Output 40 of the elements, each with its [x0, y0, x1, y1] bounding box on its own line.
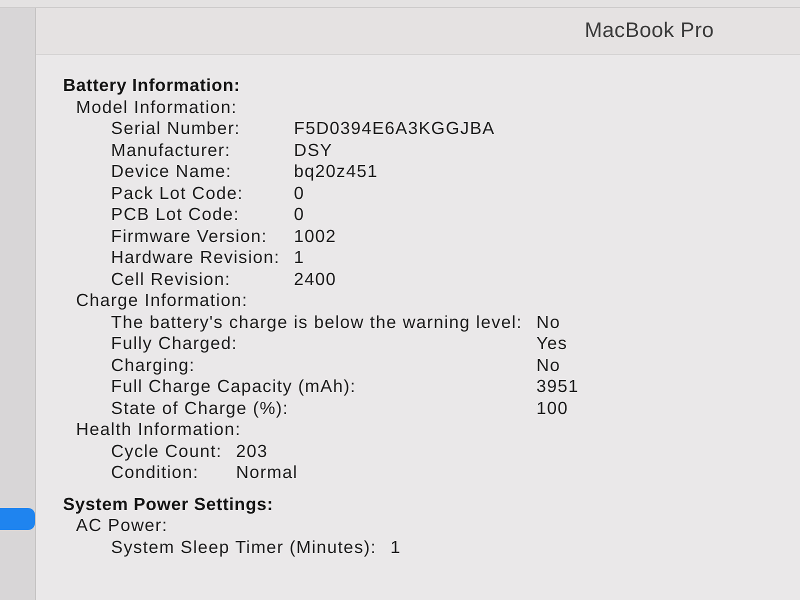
- field-value: No: [536, 312, 562, 333]
- field-value: 0: [294, 204, 306, 226]
- field-label: Cell Revision:: [111, 268, 232, 290]
- field-value: 1002: [294, 226, 338, 247]
- group-title: Model Information:: [76, 96, 238, 118]
- field-label: Serial Number:: [111, 118, 242, 140]
- field-value: 203: [236, 440, 269, 462]
- section-heading: Battery Information:: [63, 75, 242, 96]
- field-label: Charging:: [111, 354, 196, 376]
- field-label: The battery's charge is below the warning level:: [111, 312, 522, 333]
- field-label: Pack Lot Code:: [111, 182, 244, 204]
- field-value: 2400: [294, 268, 338, 290]
- field-value: 3951: [536, 376, 579, 398]
- section-heading: System Power Settings:: [63, 494, 274, 515]
- window-title: MacBook Pro: [584, 18, 714, 44]
- field-value: 1: [294, 247, 306, 268]
- field-value: bq20z451: [294, 161, 379, 182]
- field-label: System Sleep Timer (Minutes):: [111, 536, 376, 558]
- field-label: Device Name:: [111, 161, 233, 182]
- field-value: 0: [294, 182, 306, 204]
- field-label: Condition:: [111, 462, 200, 484]
- field-value: DSY: [294, 140, 334, 161]
- group-title: Health Information:: [76, 419, 242, 440]
- field-label: PCB Lot Code:: [111, 204, 240, 226]
- field-value: Normal: [236, 462, 298, 484]
- field-label: Firmware Version:: [111, 226, 268, 247]
- field-value: 100: [536, 398, 570, 419]
- field-label: Full Charge Capacity (mAh):: [111, 376, 358, 398]
- field-label: Hardware Revision:: [111, 247, 280, 268]
- field-value: F5D0394E6A3KGGJBA: [294, 118, 495, 140]
- group-title: Charge Information:: [76, 290, 249, 312]
- field-label: Cycle Count:: [111, 440, 222, 462]
- field-label: Fully Charged:: [111, 333, 238, 354]
- group-title: AC Power:: [76, 515, 169, 536]
- field-value: No: [536, 354, 562, 376]
- sidebar-item[interactable]: [0, 508, 35, 530]
- field-value: Yes: [536, 333, 569, 354]
- field-label: Manufacturer:: [111, 140, 232, 161]
- field-label: State of Charge (%):: [111, 398, 290, 419]
- field-value: 1: [390, 536, 401, 558]
